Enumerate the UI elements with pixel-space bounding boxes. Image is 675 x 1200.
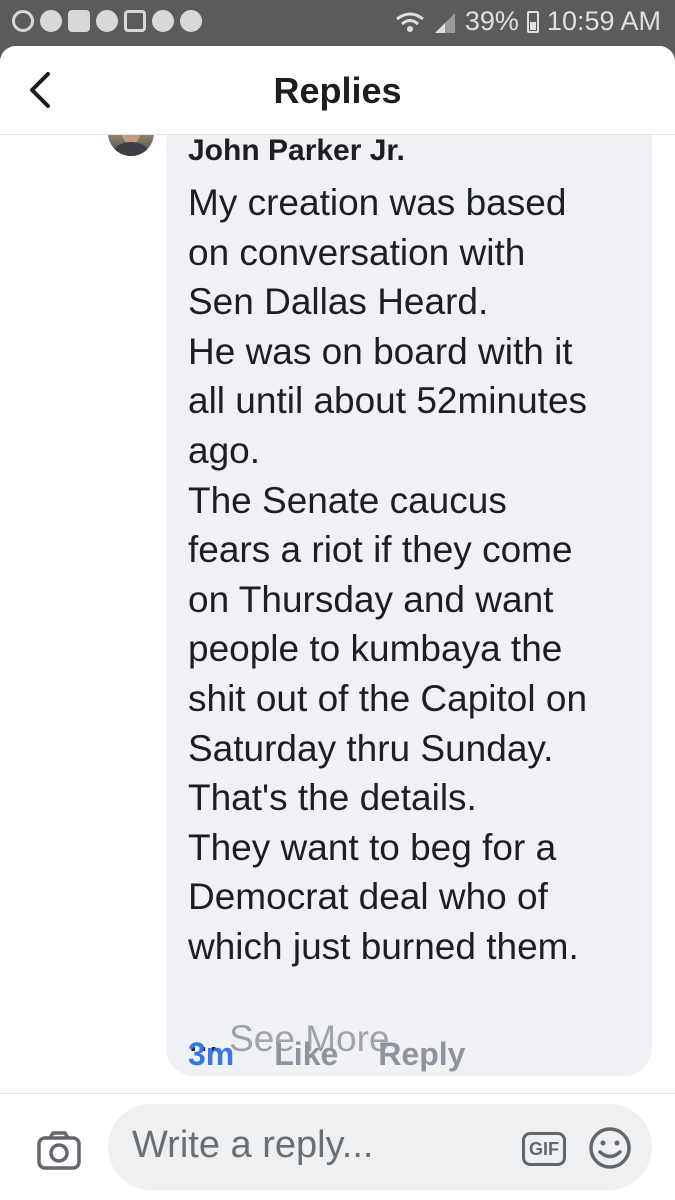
comment-line: Sen Dallas Heard. (188, 281, 489, 323)
comment-line: Saturday thru Sunday. (188, 727, 554, 769)
home-icon (68, 10, 90, 32)
smiley-icon[interactable] (588, 1126, 632, 1170)
comment-line: He was on board with it (188, 330, 573, 372)
comment-line: ago. (188, 429, 261, 471)
comment-line: They want to beg for a (188, 826, 557, 868)
wifi-icon (395, 12, 424, 32)
comment-line: on conversation with (188, 231, 526, 273)
page-title: Replies (273, 70, 402, 111)
notification-icons (12, 10, 202, 32)
comment-body: My creation was based on conversation wit… (188, 178, 587, 972)
replies-sheet: John Parker Jr. My creation was based on … (0, 46, 675, 1200)
signal-icon (434, 12, 455, 33)
comment-line: all until about 52minutes (188, 380, 588, 422)
comment-line: shit out of the Capitol on (188, 677, 588, 719)
divider (0, 1093, 675, 1094)
reply-input[interactable]: Write a reply... GIF (108, 1104, 652, 1190)
messenger-icon (40, 10, 62, 32)
battery-percent: 39% (464, 6, 519, 36)
messenger-icon (180, 10, 202, 32)
gif-button[interactable]: GIF (522, 1132, 566, 1166)
reply-placeholder: Write a reply... (132, 1124, 374, 1166)
comment-line: fears a riot if they come (188, 529, 573, 571)
comment-line: which just burned them. (188, 925, 579, 967)
comment-line: The Senate caucus (188, 479, 507, 521)
reply-button[interactable]: Reply (378, 1036, 465, 1073)
clock: 10:59 AM (546, 6, 661, 36)
comment-line: Democrat deal who of (188, 876, 548, 918)
header: Replies (0, 46, 675, 135)
comment-timestamp[interactable]: 3m (188, 1036, 234, 1073)
comment-line: That's the details. (188, 777, 477, 819)
camera-icon[interactable] (36, 1130, 82, 1170)
like-button[interactable]: Like (274, 1036, 338, 1073)
status-bar: 39% 10:59 AM (0, 0, 675, 48)
comment-line: on Thursday and want (188, 578, 554, 620)
image-icon (124, 10, 146, 32)
notification-icon (12, 10, 34, 32)
battery-icon (526, 10, 539, 33)
alert-icon (96, 10, 118, 32)
comment-line: My creation was based (188, 182, 567, 223)
comment-author[interactable]: John Parker Jr. (188, 134, 405, 168)
comment-actions: 3m Like Reply (188, 1036, 465, 1073)
comment-line: people to kumbaya the (188, 628, 563, 670)
heart-icon (152, 10, 174, 32)
